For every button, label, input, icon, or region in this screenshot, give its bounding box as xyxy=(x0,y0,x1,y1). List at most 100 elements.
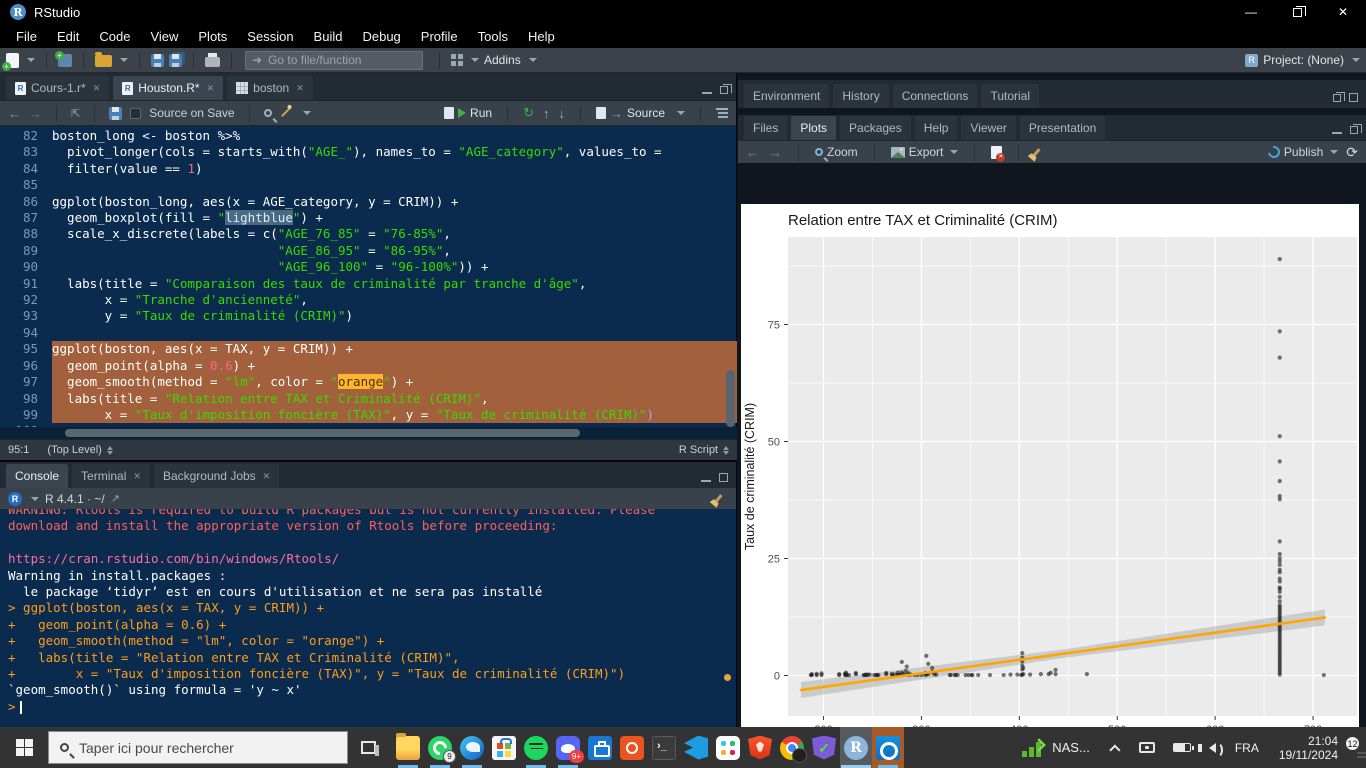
back-icon[interactable]: ← xyxy=(8,106,21,121)
start-button[interactable] xyxy=(0,727,48,768)
new-file-caret[interactable] xyxy=(27,58,35,62)
source-button[interactable]: → Source xyxy=(596,106,665,121)
menu-item-profile[interactable]: Profile xyxy=(411,26,468,47)
minimize-button[interactable]: — xyxy=(1228,0,1274,24)
console-popout-icon[interactable]: ↗ xyxy=(111,492,120,505)
open-file-icon[interactable] xyxy=(95,55,112,67)
export-button[interactable]: Export xyxy=(891,145,959,159)
taskbar-search-input[interactable] xyxy=(79,740,319,756)
print-icon[interactable] xyxy=(205,57,220,67)
menu-item-file[interactable]: File xyxy=(6,26,47,47)
tab-environment[interactable]: Environment xyxy=(744,84,829,108)
minimize-pane-icon[interactable] xyxy=(1332,132,1342,134)
close-tab-icon[interactable]: ✕ xyxy=(93,83,101,94)
menu-item-view[interactable]: View xyxy=(140,26,188,47)
taskbar-app-brave[interactable] xyxy=(744,727,776,768)
taskbar-app-edge[interactable] xyxy=(456,727,488,768)
taskbar-app-ubuntu[interactable] xyxy=(616,727,648,768)
restore-button[interactable] xyxy=(1274,0,1320,24)
zoom-button[interactable]: Zoom xyxy=(815,145,858,159)
taskbar-app-chrome[interactable] xyxy=(776,727,808,768)
refresh-plot-icon[interactable]: ⟳ xyxy=(1346,144,1358,161)
clear-console-icon[interactable] xyxy=(714,494,722,503)
forward-icon[interactable]: → xyxy=(29,106,42,121)
nas-tray-item[interactable]: NAS... xyxy=(1022,739,1090,757)
tab-history[interactable]: History xyxy=(833,84,888,108)
goto-file-box[interactable]: ➜ xyxy=(245,51,423,70)
editor-vertical-scrollbar[interactable] xyxy=(726,370,735,427)
battery-icon[interactable] xyxy=(1173,743,1191,752)
close-tab-icon[interactable]: ✕ xyxy=(296,83,304,94)
editor-tab-cours-1-r[interactable]: Cours-1.r*✕ xyxy=(6,76,109,100)
popout-icon[interactable]: ⇱ xyxy=(71,107,80,120)
console-prompt[interactable]: > xyxy=(8,699,737,715)
r-version-caret[interactable] xyxy=(31,497,39,501)
taskbar-app-spotify[interactable] xyxy=(520,727,552,768)
console-tab-console[interactable]: Console xyxy=(6,464,68,488)
project-menu[interactable]: Project: (None) xyxy=(1263,53,1344,67)
editor-horizontal-scrollbar[interactable] xyxy=(0,427,737,439)
r-version-icon[interactable]: R xyxy=(8,492,22,506)
tab-viewer[interactable]: Viewer xyxy=(961,116,1015,140)
menu-item-tools[interactable]: Tools xyxy=(468,26,518,47)
maximize-pane-icon[interactable] xyxy=(719,473,728,482)
close-tab-icon[interactable]: ✕ xyxy=(263,471,271,482)
goto-file-input[interactable] xyxy=(268,53,408,67)
console-output[interactable]: WARNING: Rtools is required to build R p… xyxy=(0,509,737,729)
console-tab-terminal[interactable]: Terminal✕ xyxy=(72,464,150,488)
tab-packages[interactable]: Packages xyxy=(840,116,911,140)
close-tab-icon[interactable]: ✕ xyxy=(133,471,141,482)
taskbar-app-slack[interactable] xyxy=(712,727,744,768)
tab-tutorial[interactable]: Tutorial xyxy=(981,84,1039,108)
menu-item-debug[interactable]: Debug xyxy=(352,26,410,47)
down-icon[interactable]: ↓ xyxy=(558,106,565,121)
taskbar-app-whatsapp[interactable]: 9 xyxy=(424,727,456,768)
previous-plot-icon[interactable]: ← xyxy=(746,145,759,160)
doc-type-selector[interactable]: R Script xyxy=(679,444,718,456)
taskbar-app-shield[interactable] xyxy=(808,727,840,768)
menu-item-edit[interactable]: Edit xyxy=(47,26,89,47)
taskbar-app-explorer[interactable] xyxy=(392,727,424,768)
console-tab-background-jobs[interactable]: Background Jobs✕ xyxy=(154,464,279,488)
scope-indicator[interactable]: (Top Level) xyxy=(47,444,101,456)
taskbar-app-discord[interactable]: 9+ xyxy=(552,727,584,768)
taskbar-app-portal[interactable] xyxy=(584,727,616,768)
menu-item-build[interactable]: Build xyxy=(304,26,353,47)
display-tray-icon[interactable] xyxy=(1139,742,1155,753)
new-file-icon[interactable] xyxy=(6,53,19,68)
tab-presentation[interactable]: Presentation xyxy=(1020,116,1105,140)
taskbar-app-rstudio[interactable] xyxy=(840,727,872,768)
menu-item-plots[interactable]: Plots xyxy=(188,26,237,47)
project-caret[interactable] xyxy=(1352,58,1360,62)
clock[interactable]: 21:04 19/11/2024 xyxy=(1279,734,1338,762)
taskbar-app-terminal[interactable] xyxy=(648,727,680,768)
code-editor[interactable]: 82boston_long <- boston %>%83 pivot_long… xyxy=(0,126,737,427)
find-icon[interactable] xyxy=(264,109,272,117)
task-view-button[interactable] xyxy=(348,727,388,768)
tab-plots[interactable]: Plots xyxy=(791,116,836,140)
minimize-pane-icon[interactable] xyxy=(701,480,711,482)
tab-help[interactable]: Help xyxy=(915,116,958,140)
minimize-pane-icon[interactable] xyxy=(702,92,712,94)
rerun-icon[interactable]: ↻ xyxy=(523,105,534,121)
restore-pane-icon[interactable] xyxy=(1350,126,1358,134)
save-all-icon[interactable] xyxy=(169,54,182,67)
close-button[interactable]: ✕ xyxy=(1320,0,1366,24)
taskbar-app-store[interactable] xyxy=(488,727,520,768)
document-outline-icon[interactable] xyxy=(716,108,728,118)
editor-tab-boston[interactable]: boston✕ xyxy=(227,76,313,100)
taskbar-app-outlook[interactable] xyxy=(872,727,904,768)
maximize-pane-icon[interactable] xyxy=(720,86,728,94)
code-tools-caret[interactable] xyxy=(303,111,311,115)
run-button[interactable]: Run xyxy=(444,106,492,120)
addins-caret[interactable] xyxy=(529,58,537,62)
taskbar-search-box[interactable] xyxy=(48,731,348,764)
tab-files[interactable]: Files xyxy=(744,116,787,140)
menu-item-session[interactable]: Session xyxy=(237,26,303,47)
addins-button[interactable]: Addins xyxy=(484,53,521,67)
maximize-pane-icon[interactable] xyxy=(1349,93,1358,102)
new-project-icon[interactable] xyxy=(58,54,72,67)
menu-item-help[interactable]: Help xyxy=(518,26,565,47)
code-tools-icon[interactable] xyxy=(281,107,291,117)
close-tab-icon[interactable]: ✕ xyxy=(207,83,215,94)
